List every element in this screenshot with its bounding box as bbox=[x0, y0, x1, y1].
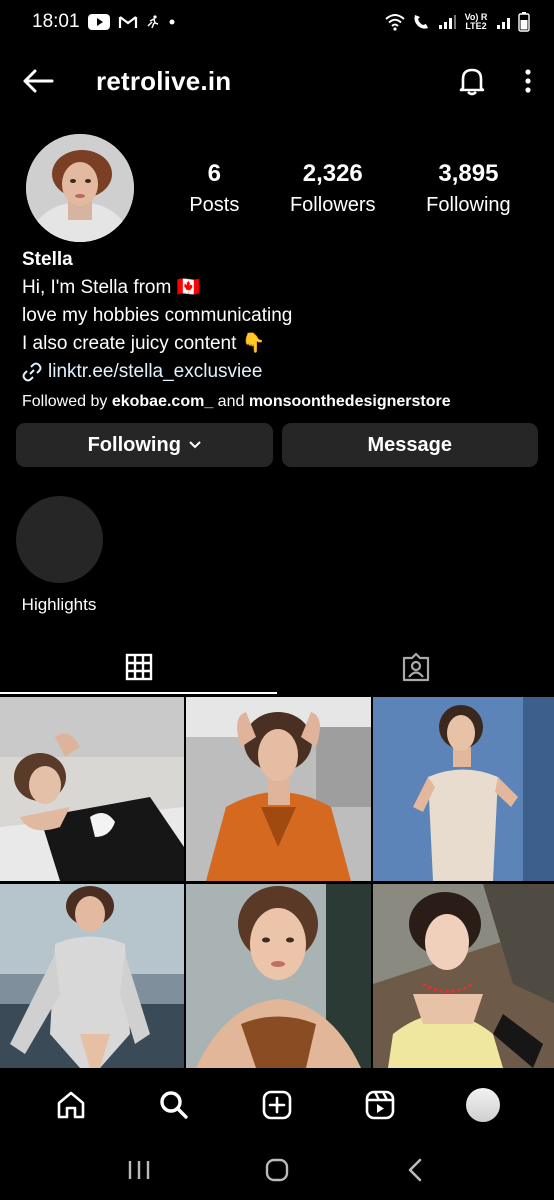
followers-count: 2,326 bbox=[302, 159, 363, 187]
system-nav-bar bbox=[0, 1140, 554, 1200]
signal-2-icon bbox=[496, 14, 512, 30]
signal-icon bbox=[438, 14, 456, 30]
profile-tabs bbox=[0, 640, 554, 694]
post-thumbnail[interactable] bbox=[373, 697, 554, 881]
highlight-cover bbox=[15, 496, 103, 583]
followed-by-and: and bbox=[213, 393, 249, 410]
profile-summary: 6 Posts 2,326 Followers 3,895 Following bbox=[26, 132, 536, 244]
post-thumbnail[interactable] bbox=[186, 884, 371, 1068]
chevron-down-icon bbox=[189, 441, 201, 449]
youtube-icon bbox=[87, 14, 110, 30]
message-button-label: Message bbox=[367, 433, 453, 456]
post-thumbnail[interactable] bbox=[373, 884, 554, 1068]
home-icon[interactable] bbox=[46, 1080, 96, 1130]
followed-by-user-2: monsoonthedesignerstore bbox=[248, 393, 451, 410]
status-time: 18:01 bbox=[32, 11, 80, 32]
status-bar: 18:01 Vo) R LTE2 bbox=[0, 0, 554, 44]
display-name: Stella bbox=[22, 249, 73, 270]
action-buttons: Following Message bbox=[16, 423, 538, 467]
bio-line: Hi, I'm Stella from 🇨🇦 bbox=[22, 277, 201, 298]
followed-by[interactable]: Followed by ekobae.com_ and monsoonthede… bbox=[22, 388, 542, 416]
post-thumbnail[interactable] bbox=[0, 697, 184, 881]
bell-icon[interactable] bbox=[458, 66, 486, 96]
battery-icon bbox=[518, 12, 530, 32]
following-button-label: Following bbox=[87, 433, 181, 456]
home-button-icon[interactable] bbox=[252, 1145, 302, 1195]
profile-bio: Stella Hi, I'm Stella from 🇨🇦 love my ho… bbox=[22, 246, 542, 416]
back-arrow-icon[interactable] bbox=[22, 69, 54, 93]
post-thumbnail[interactable] bbox=[0, 884, 184, 1068]
followers-label: Followers bbox=[289, 193, 376, 216]
tagged-icon bbox=[401, 652, 431, 682]
followed-by-user-1: ekobae.com_ bbox=[111, 393, 214, 410]
activity-icon bbox=[146, 15, 160, 29]
following-label: Following bbox=[426, 193, 511, 216]
profile-header: retrolive.in bbox=[0, 52, 554, 110]
profile-tab-avatar[interactable] bbox=[458, 1080, 508, 1130]
posts-count: 6 bbox=[207, 159, 221, 187]
recent-apps-icon[interactable] bbox=[114, 1145, 164, 1195]
posts-stat[interactable]: 6 Posts bbox=[189, 160, 239, 217]
followed-by-prefix: Followed by bbox=[22, 393, 112, 410]
more-vertical-icon[interactable] bbox=[524, 68, 532, 94]
back-button-icon[interactable] bbox=[390, 1145, 440, 1195]
tab-posts-grid[interactable] bbox=[0, 640, 277, 694]
notification-dot-icon bbox=[168, 18, 176, 26]
bio-line: I also create juicy content 👇 bbox=[22, 333, 266, 354]
posts-grid bbox=[0, 697, 554, 1068]
followers-stat[interactable]: 2,326 Followers bbox=[290, 160, 376, 217]
posts-label: Posts bbox=[189, 193, 240, 216]
following-count: 3,895 bbox=[438, 159, 499, 187]
profile-avatar-small bbox=[465, 1088, 500, 1122]
wifi-icon bbox=[384, 13, 406, 31]
profile-avatar[interactable] bbox=[26, 134, 134, 242]
network-label: Vo) R LTE2 bbox=[464, 12, 488, 31]
username-title: retrolive.in bbox=[96, 65, 232, 96]
highlight-item[interactable]: Highlights bbox=[14, 496, 104, 615]
create-icon[interactable] bbox=[252, 1080, 302, 1130]
post-thumbnail[interactable] bbox=[186, 697, 371, 881]
search-icon[interactable] bbox=[149, 1080, 199, 1130]
wifi-call-icon bbox=[412, 13, 432, 31]
following-stat[interactable]: 3,895 Following bbox=[426, 160, 510, 217]
bio-link[interactable]: linktr.ee/stella_exclusviee bbox=[22, 358, 542, 386]
following-button[interactable]: Following bbox=[16, 423, 273, 467]
highlight-label: Highlights bbox=[21, 595, 97, 614]
bio-line: love my hobbies communicating bbox=[22, 305, 293, 326]
bottom-nav bbox=[0, 1072, 554, 1138]
link-icon bbox=[22, 362, 42, 382]
message-button[interactable]: Message bbox=[281, 423, 538, 467]
tab-tagged[interactable] bbox=[277, 640, 554, 694]
bio-link-text: linktr.ee/stella_exclusviee bbox=[48, 361, 263, 382]
reels-icon[interactable] bbox=[355, 1080, 405, 1130]
grid-icon bbox=[125, 653, 153, 681]
gmail-icon bbox=[118, 14, 138, 30]
